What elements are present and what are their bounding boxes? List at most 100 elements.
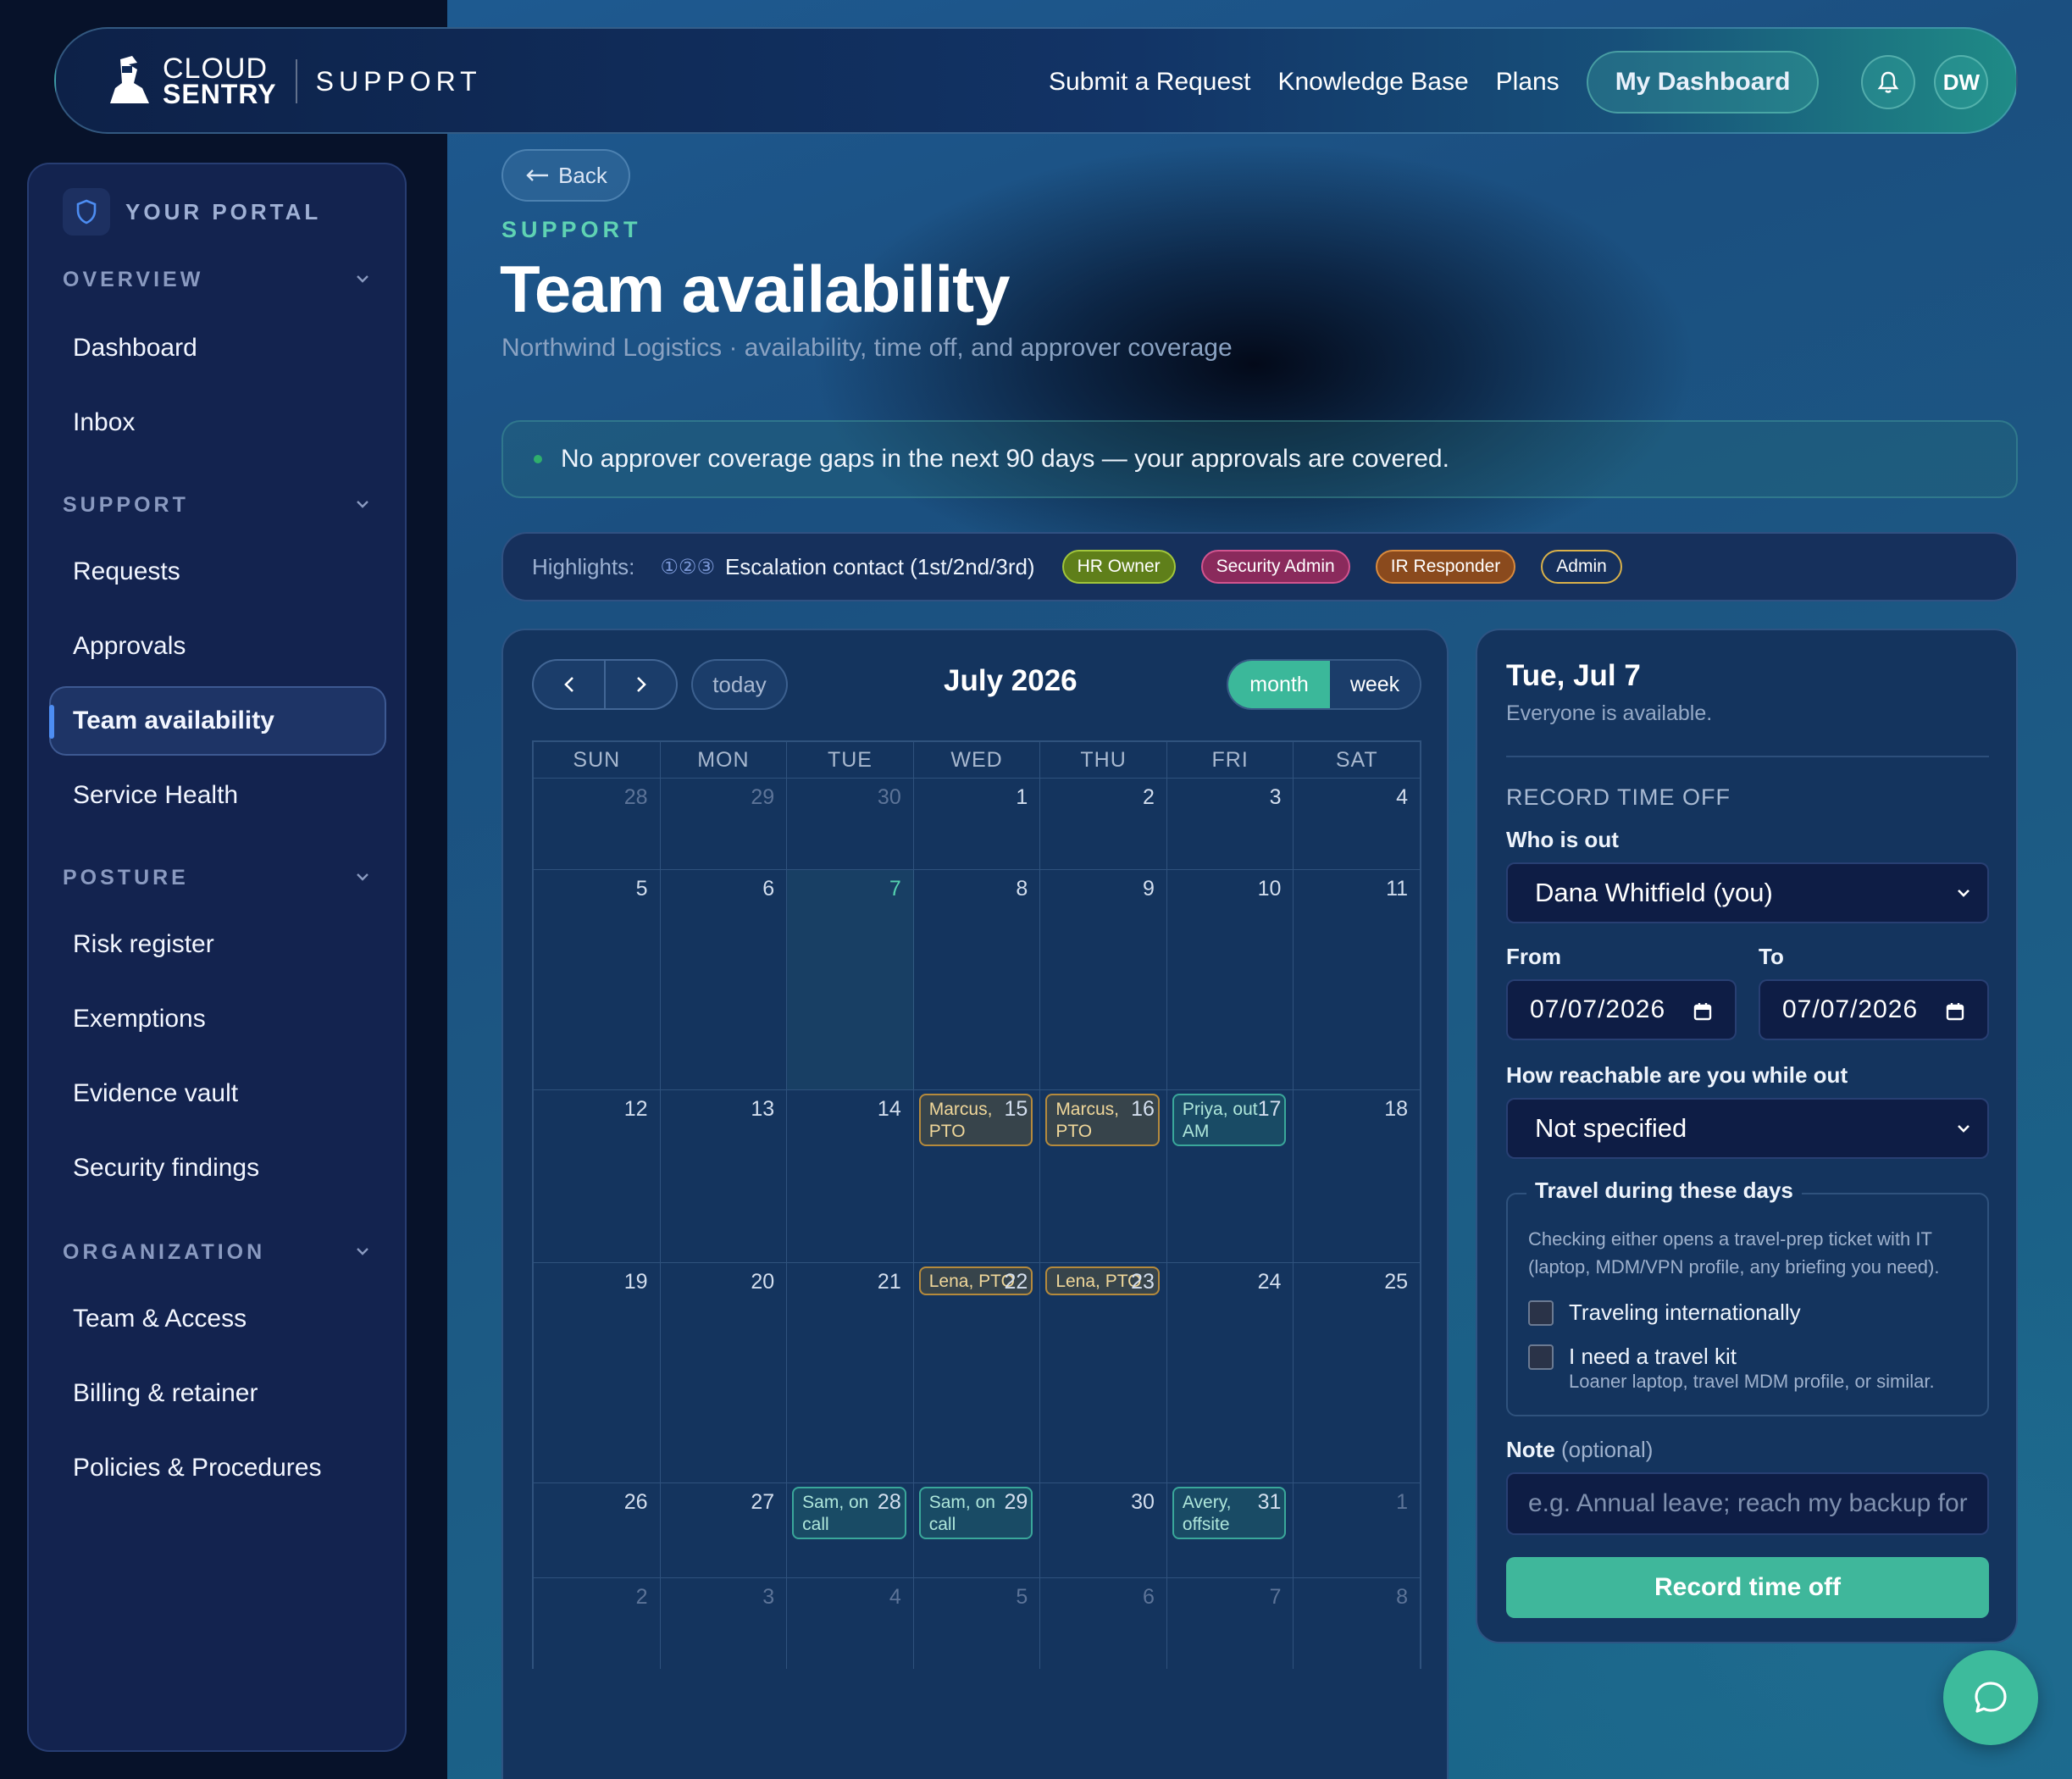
sidebar-item-exemptions[interactable]: Exemptions — [73, 1005, 206, 1034]
arrow-left-icon — [526, 169, 549, 181]
sidebar-item-risk-register[interactable]: Risk register — [73, 930, 214, 959]
calendar-day-cell[interactable]: 25 — [1294, 1263, 1420, 1482]
calendar-day-cell[interactable]: 18 — [1294, 1090, 1420, 1262]
calendar-day-cell[interactable]: 3 — [661, 1578, 788, 1669]
month-view-button[interactable]: month — [1228, 661, 1330, 708]
to-date-input[interactable]: 07/07/2026 — [1759, 979, 1989, 1040]
back-button[interactable]: Back — [501, 149, 630, 202]
calendar-day-cell[interactable]: 2 — [534, 1578, 661, 1669]
from-date-input[interactable]: 07/07/2026 — [1506, 979, 1737, 1040]
chevron-down-icon[interactable] — [354, 1245, 371, 1257]
calendar-day-cell[interactable]: 4 — [1294, 779, 1420, 869]
traveling-internationally-label[interactable]: Traveling internationally — [1569, 1300, 1801, 1326]
calendar-day-cell[interactable]: Priya, out AM 17 — [1167, 1090, 1294, 1262]
chevron-down-icon[interactable] — [354, 273, 371, 285]
calendar-day-cell[interactable]: Marcus, PTO 15 — [914, 1090, 1041, 1262]
weekday-thu: THU — [1040, 742, 1167, 778]
today-button[interactable]: today — [691, 659, 788, 710]
calendar-day-cell[interactable]: Avery, offsite 31 — [1167, 1483, 1294, 1577]
sidebar-item-approvals[interactable]: Approvals — [73, 632, 186, 661]
nav-knowledge-base[interactable]: Knowledge Base — [1277, 68, 1468, 97]
calendar-day-cell[interactable]: 24 — [1167, 1263, 1294, 1482]
calendar-day-cell[interactable]: 20 — [661, 1263, 788, 1482]
my-dashboard-button[interactable]: My Dashboard — [1586, 51, 1820, 114]
calendar-day-cell[interactable]: Sam, on call 28 — [787, 1483, 914, 1577]
calendar-day-cell[interactable]: 2 — [1040, 779, 1167, 869]
section-support[interactable]: SUPPORT — [63, 493, 189, 518]
calendar-day-cell[interactable]: 27 — [661, 1483, 788, 1577]
calendar-day-cell[interactable]: Lena, PTO 22 — [914, 1263, 1041, 1482]
chevron-down-icon[interactable] — [354, 871, 371, 883]
calendar-day-cell[interactable]: 30 — [1040, 1483, 1167, 1577]
calendar-day-cell[interactable]: 1 — [914, 779, 1041, 869]
day-number: 6 — [1142, 1585, 1155, 1609]
next-month-button[interactable] — [606, 661, 676, 708]
day-number: 9 — [1142, 877, 1155, 901]
calendar-day-cell[interactable]: 5 — [914, 1578, 1041, 1669]
travel-kit-label[interactable]: I need a travel kit — [1569, 1344, 1737, 1370]
nav-submit-request[interactable]: Submit a Request — [1049, 68, 1250, 97]
sidebar-item-requests[interactable]: Requests — [73, 557, 180, 586]
travel-kit-option[interactable]: I need a travel kit — [1528, 1344, 1737, 1370]
calendar-day-cell[interactable]: 26 — [534, 1483, 661, 1577]
calendar-day-cell[interactable]: 9 — [1040, 870, 1167, 1089]
notifications-button[interactable] — [1861, 55, 1916, 109]
calendar-day-cell[interactable]: 19 — [534, 1263, 661, 1482]
calendar-day-cell[interactable]: 6 — [661, 870, 788, 1089]
sidebar-item-team-access[interactable]: Team & Access — [73, 1305, 247, 1333]
traveling-internationally-checkbox[interactable] — [1528, 1300, 1554, 1326]
calendar-day-cell[interactable]: 12 — [534, 1090, 661, 1262]
calendar-day-cell[interactable]: 10 — [1167, 870, 1294, 1089]
sidebar-item-evidence-vault[interactable]: Evidence vault — [73, 1079, 238, 1108]
calendar-day-cell[interactable]: Marcus, PTO 16 — [1040, 1090, 1167, 1262]
calendar-day-cell[interactable]: 3 — [1167, 779, 1294, 869]
calendar-day-cell[interactable]: 7 — [787, 870, 914, 1089]
calendar-day-cell[interactable]: 1 — [1294, 1483, 1420, 1577]
record-time-off-button[interactable]: Record time off — [1506, 1557, 1989, 1618]
day-number: 22 — [1004, 1270, 1028, 1294]
travel-kit-checkbox[interactable] — [1528, 1344, 1554, 1370]
calendar-icon[interactable] — [1693, 1001, 1713, 1022]
sidebar-item-inbox[interactable]: Inbox — [73, 408, 135, 437]
sidebar-item-security-findings[interactable]: Security findings — [73, 1154, 259, 1183]
calendar-day-cell[interactable]: 8 — [1294, 1578, 1420, 1669]
calendar-day-cell[interactable]: 6 — [1040, 1578, 1167, 1669]
who-select[interactable]: Dana Whitfield (you) — [1506, 862, 1989, 923]
reachability-select[interactable]: Not specified — [1506, 1098, 1989, 1159]
calendar-day-cell[interactable]: 30 — [787, 779, 914, 869]
calendar-icon[interactable] — [1945, 1001, 1965, 1022]
traveling-internationally-option[interactable]: Traveling internationally — [1528, 1300, 1801, 1326]
section-overview[interactable]: OVERVIEW — [63, 268, 203, 292]
section-posture[interactable]: POSTURE — [63, 866, 189, 890]
sidebar-item-policies-procedures[interactable]: Policies & Procedures — [73, 1454, 321, 1482]
chevron-down-icon — [1958, 890, 1970, 897]
calendar-day-cell[interactable]: 21 — [787, 1263, 914, 1482]
user-avatar[interactable]: DW — [1934, 55, 1989, 109]
selected-date: Tue, Jul 7 — [1506, 659, 1641, 692]
chevron-down-icon[interactable] — [354, 498, 371, 510]
calendar-day-cell[interactable]: Lena, PTO 23 — [1040, 1263, 1167, 1482]
calendar-day-cell[interactable]: 13 — [661, 1090, 788, 1262]
sidebar-item-team-availability[interactable]: Team availability — [73, 707, 274, 735]
sidebar-item-billing-retainer[interactable]: Billing & retainer — [73, 1379, 258, 1408]
prev-month-button[interactable] — [534, 661, 606, 708]
calendar-day-cell[interactable]: 29 — [661, 779, 788, 869]
note-input[interactable]: e.g. Annual leave; reach my backup for — [1506, 1472, 1989, 1535]
calendar-day-cell[interactable]: 11 — [1294, 870, 1420, 1089]
chat-button[interactable] — [1943, 1650, 2038, 1745]
calendar-day-cell[interactable]: 5 — [534, 870, 661, 1089]
sidebar-item-dashboard[interactable]: Dashboard — [73, 334, 197, 363]
brand-logo[interactable]: CLOUD SENTRY SUPPORT — [103, 54, 482, 108]
calendar-day-cell[interactable]: Sam, on call 29 — [914, 1483, 1041, 1577]
calendar-day-cell[interactable]: 4 — [787, 1578, 914, 1669]
calendar-day-cell[interactable]: 28 — [534, 779, 661, 869]
nav-plans[interactable]: Plans — [1496, 68, 1560, 97]
view-toggle: month week — [1227, 659, 1421, 710]
calendar-day-cell[interactable]: 7 — [1167, 1578, 1294, 1669]
sidebar-item-service-health[interactable]: Service Health — [73, 781, 238, 810]
calendar-day-cell[interactable]: 14 — [787, 1090, 914, 1262]
calendar-day-cell[interactable]: 8 — [914, 870, 1041, 1089]
section-organization[interactable]: ORGANIZATION — [63, 1240, 265, 1265]
portal-header: YOUR PORTAL — [63, 188, 321, 236]
week-view-button[interactable]: week — [1330, 661, 1420, 708]
